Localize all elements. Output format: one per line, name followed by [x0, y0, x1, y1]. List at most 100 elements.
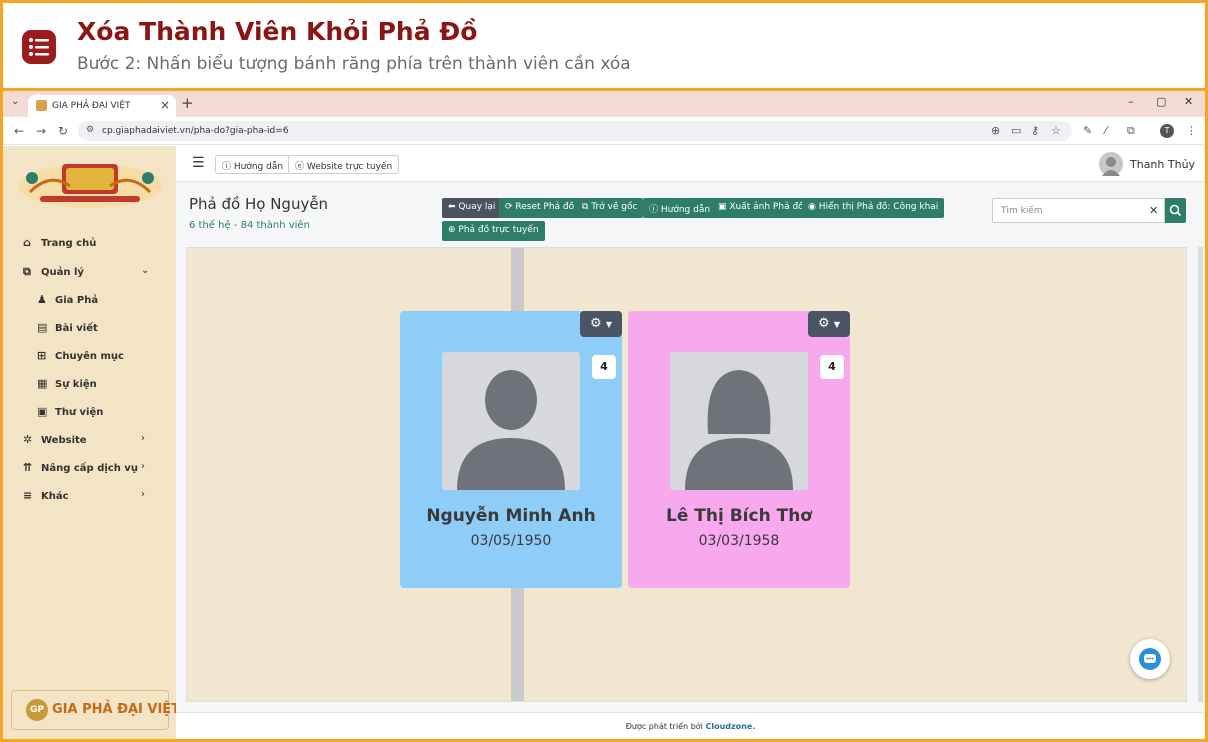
sidebar-item-upgrade[interactable]: ⇈ Nâng cấp dịch vụ [23, 461, 138, 481]
images-icon: ▣ [37, 405, 48, 418]
bookmark-star-icon[interactable]: ☆ [1051, 124, 1061, 137]
banner-subtitle: Bước 2: Nhấn biểu tượng bánh răng phía t… [77, 54, 631, 74]
browser-icon: ⓔ [295, 162, 307, 172]
member-card[interactable]: ⚙ ▼ 4 Lê Thị Bích Thơ 03/03/1958 [628, 311, 850, 588]
footer-logo-text: GIA PHẢ ĐẠI VIỆT [52, 702, 181, 717]
address-bar-row: ← → ↻ ⚙ cp.giaphadaiviet.vn/pha-do?gia-p… [3, 117, 1205, 145]
guide-action-button[interactable]: ⓘ Hướng dẫn [643, 198, 717, 218]
chevron-right-icon[interactable]: › [141, 433, 145, 444]
website-label: Website trực tuyến [306, 162, 393, 172]
home-icon: ⌂ [23, 236, 31, 249]
user-avatar[interactable] [1099, 152, 1123, 176]
maximize-icon[interactable]: ▢ [1156, 95, 1166, 108]
zoom-icon[interactable]: ⊕ [991, 124, 1000, 137]
sidebar-item-events[interactable]: ▦ Sự kiện [37, 377, 97, 397]
chat-support-button[interactable] [1130, 639, 1170, 679]
chat-icon [1139, 648, 1161, 670]
back-button[interactable]: ⬅ Quay lại [442, 198, 502, 218]
tab-bar: ⌄ GIA PHẢ ĐẠI VIỆT × + – ▢ ✕ [3, 91, 1205, 117]
export-button[interactable]: ▣ Xuất ảnh Phả đồ [712, 198, 810, 218]
search-button[interactable] [1165, 198, 1186, 223]
site-logo[interactable] [10, 152, 170, 214]
minimize-icon[interactable]: – [1128, 95, 1134, 108]
sidebar-item-management[interactable]: ⧉ Quản lý [23, 265, 84, 285]
chevron-right-icon[interactable]: › [141, 489, 145, 500]
sidebar-item-categories[interactable]: ⊞ Chuyên mục [37, 349, 124, 369]
chevron-down-icon[interactable]: ⌄ [141, 265, 149, 276]
back-label: Quay lại [458, 202, 496, 212]
forward-icon[interactable]: → [36, 124, 46, 138]
sidebar-item-home[interactable]: ⌂ Trang chủ [23, 236, 96, 256]
online-tree-label: Phả đồ trực tuyến [458, 225, 539, 235]
chevron-right-icon[interactable]: › [141, 461, 145, 472]
clear-search-icon[interactable]: ✕ [1149, 204, 1158, 217]
family-tree-canvas[interactable]: ⚙ ▼ 4 Nguyễn Minh Anh 03/05/1950 ⚙ ▼ 4 L… [186, 247, 1187, 702]
newspaper-icon: ▤ [37, 321, 48, 334]
user-name[interactable]: Thanh Thủy [1130, 158, 1195, 171]
reload-icon[interactable]: ↻ [58, 124, 68, 138]
sidebar-item-other[interactable]: ≡ Khác [23, 489, 69, 509]
main-content: ☰ ⓘ Hướng dẫn ⓔ Website trực tuyến Thanh… [176, 146, 1205, 739]
member-settings-button[interactable]: ⚙ ▼ [580, 311, 622, 337]
sitemap-icon: ⧉ [23, 265, 31, 278]
sidebar-item-label: Trang chủ [41, 238, 97, 249]
sidebar-item-website[interactable]: ✲ Website [23, 433, 87, 453]
guide-label: Hướng dẫn [233, 162, 284, 172]
page-footer: Được phát triển bởi Cloudzone. [176, 712, 1205, 739]
cast-icon[interactable]: ▭ [1011, 124, 1021, 137]
reset-label: Reset Phả đồ [515, 202, 575, 212]
visibility-label: Hiển thị Phả đồ: Công khai [818, 202, 939, 212]
root-button[interactable]: ⧉ Trở về gốc [576, 198, 644, 218]
hamburger-icon[interactable]: ☰ [192, 155, 205, 171]
page-subtitle: 6 thế hệ - 84 thành viên [189, 220, 310, 231]
footer-company-link[interactable]: Cloudzone. [705, 722, 755, 731]
search-icon [1169, 204, 1182, 217]
puzzle-icon[interactable]: ⧉ [1127, 124, 1135, 138]
close-tab-icon[interactable]: × [160, 98, 170, 112]
caret-down-icon: ▼ [605, 320, 612, 329]
back-icon[interactable]: ← [14, 124, 24, 138]
favicon-icon [36, 100, 47, 111]
refresh-icon: ⟳ [505, 202, 516, 212]
tree-icon: ⧉ [582, 202, 592, 212]
arrow-left-icon: ⬅ [448, 202, 459, 212]
browser-window: ⌄ GIA PHẢ ĐẠI VIỆT × + – ▢ ✕ ← → ↻ ⚙ cp.… [3, 91, 1205, 739]
new-tab-icon[interactable]: + [181, 94, 194, 112]
info-icon: ⓘ [649, 205, 661, 215]
browser-tab[interactable]: GIA PHẢ ĐẠI VIỆT × [28, 95, 176, 117]
url-field[interactable]: ⚙ cp.giaphadaiviet.vn/pha-do?gia-pha-id=… [78, 121, 1072, 141]
sidebar-item-family-tree[interactable]: ♟ Gia Phả [37, 293, 98, 313]
password-icon[interactable]: ⚷ [1031, 124, 1039, 137]
site-info-icon[interactable]: ⚙ [86, 125, 94, 135]
gear-icon: ✲ [23, 433, 33, 446]
sidebar-item-label: Thư viện [55, 407, 104, 418]
tutorial-frame: Xóa Thành Viên Khỏi Phả Đồ Bước 2: Nhấn … [3, 3, 1205, 739]
profile-avatar[interactable]: T [1160, 124, 1174, 138]
website-button[interactable]: ⓔ Website trực tuyến [288, 155, 400, 174]
sidebar-item-posts[interactable]: ▤ Bài viết [37, 321, 98, 341]
sidebar-item-label: Website [41, 435, 87, 446]
search-input[interactable]: Tìm kiếm ✕ [992, 198, 1165, 223]
member-birth-date: 03/05/1950 [470, 533, 552, 549]
tab-list-icon[interactable]: ⌄ [11, 96, 19, 107]
pen-extension-icon[interactable]: ⁄ [1105, 124, 1107, 137]
caret-down-icon: ▼ [833, 320, 840, 329]
sidebar-item-label: Gia Phả [55, 295, 99, 306]
menu-dots-icon[interactable]: ⋮ [1186, 124, 1197, 137]
member-card[interactable]: ⚙ ▼ 4 Nguyễn Minh Anh 03/05/1950 [400, 311, 622, 588]
upgrade-icon: ⇈ [23, 461, 33, 474]
footer-logo: GP GIA PHẢ ĐẠI VIỆT [11, 690, 180, 730]
tab-title: GIA PHẢ ĐẠI VIỆT [52, 101, 131, 111]
member-settings-button[interactable]: ⚙ ▼ [808, 311, 850, 337]
visibility-button[interactable]: ◉ Hiển thị Phả đồ: Công khai [802, 198, 945, 218]
extension-icon[interactable]: ✎ [1083, 124, 1092, 137]
top-bar: ☰ ⓘ Hướng dẫn ⓔ Website trực tuyến Thanh… [176, 146, 1205, 182]
online-tree-button[interactable]: ⊕ Phả đồ trực tuyến [442, 221, 545, 241]
gear-icon: ⚙ [818, 316, 830, 331]
sidebar-item-library[interactable]: ▣ Thư viện [37, 405, 103, 425]
close-window-icon[interactable]: ✕ [1184, 95, 1193, 108]
scrollbar[interactable] [1198, 247, 1203, 702]
reset-button[interactable]: ⟳ Reset Phả đồ [499, 198, 581, 218]
guide-button[interactable]: ⓘ Hướng dẫn [215, 155, 291, 174]
member-birth-date: 03/03/1958 [698, 533, 780, 549]
